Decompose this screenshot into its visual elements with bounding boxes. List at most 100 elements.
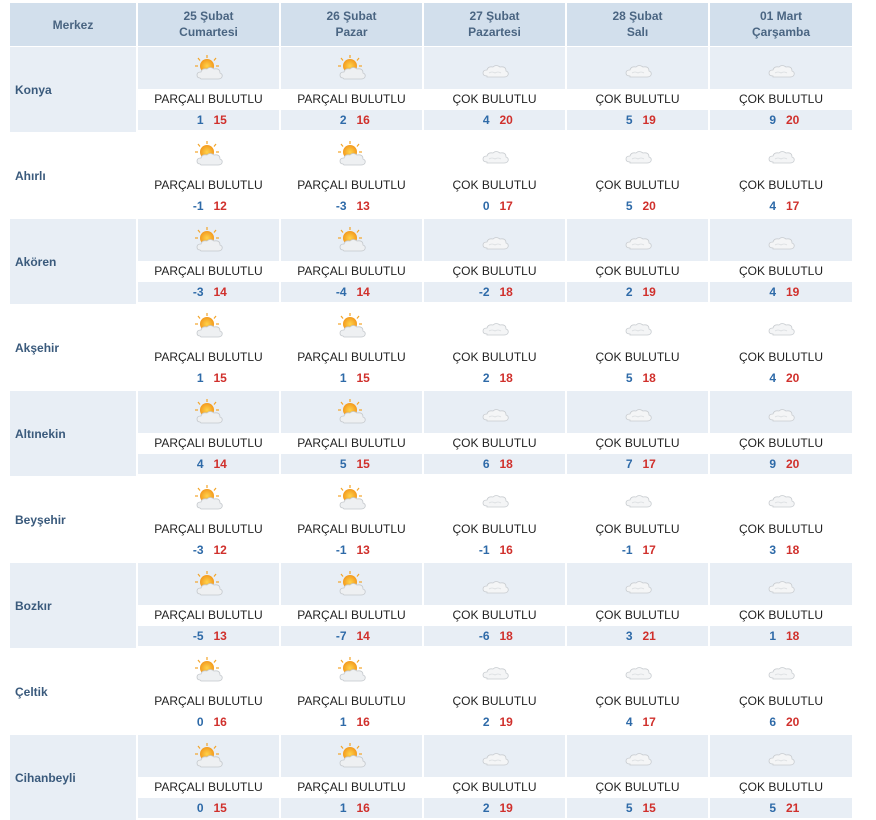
partly-cloudy-icon: [138, 391, 279, 433]
min-temperature: 7: [625, 457, 633, 471]
weather-description: ÇOK BULUTLU: [452, 522, 537, 536]
weather-description: ÇOK BULUTLU: [452, 780, 537, 794]
max-temperature: 19: [786, 285, 800, 299]
min-temperature: 6: [769, 715, 776, 729]
city-name: Cihanbeyli: [10, 735, 136, 820]
temperature-range: 1 16: [281, 798, 422, 818]
temperature-range: 1 15: [138, 110, 279, 130]
forecast-cell: ÇOK BULUTLU 2 19: [424, 735, 565, 820]
min-temperature: 5: [625, 801, 633, 815]
weather-description: PARÇALI BULUTLU: [154, 92, 263, 106]
min-temperature: -1: [478, 543, 490, 557]
day-weekday: Pazar: [335, 25, 368, 39]
weather-description: ÇOK BULUTLU: [452, 694, 537, 708]
forecast-cell: PARÇALI BULUTLU 2 16: [281, 47, 422, 132]
max-temperature: 14: [213, 457, 227, 471]
max-temperature: 20: [786, 715, 800, 729]
max-temperature: 16: [356, 715, 370, 729]
city-name: Konya: [10, 47, 136, 132]
max-temperature: 17: [499, 199, 513, 213]
max-temperature: 12: [213, 199, 227, 213]
temperature-range: -3 13: [281, 196, 422, 216]
forecast-cell: ÇOK BULUTLU 5 15: [567, 735, 708, 820]
table-row: Çeltik PARÇALI BULUTLU 0 16 PARÇALI BULUTLU 1…: [10, 649, 856, 734]
min-temperature: 4: [769, 285, 776, 299]
weather-description: ÇOK BULUTLU: [738, 92, 824, 106]
cloudy-icon: [567, 649, 708, 691]
max-temperature: 17: [786, 199, 800, 213]
day-header: 01 Mart Çarşamba: [710, 3, 852, 46]
day-date: 28 Şubat: [612, 9, 663, 23]
weather-description: PARÇALI BULUTLU: [297, 178, 406, 192]
temperature-range: 4 17: [567, 712, 708, 732]
cloudy-icon: [710, 477, 852, 519]
forecast-cell: ÇOK BULUTLU 4 20: [710, 305, 852, 390]
min-temperature: 2: [482, 801, 490, 815]
temperature-range: 4 20: [710, 368, 852, 388]
max-temperature: 15: [213, 113, 227, 127]
forecast-cell: ÇOK BULUTLU 9 20: [710, 47, 852, 132]
weather-description: ÇOK BULUTLU: [738, 608, 824, 622]
weather-description: PARÇALI BULUTLU: [154, 780, 263, 794]
partly-cloudy-icon: [138, 47, 279, 89]
max-temperature: 19: [499, 715, 513, 729]
min-temperature: 2: [482, 371, 490, 385]
partly-cloudy-icon: [281, 133, 422, 175]
max-temperature: 20: [642, 199, 656, 213]
forecast-cell: PARÇALI BULUTLU -1 12: [138, 133, 279, 218]
forecast-cell: ÇOK BULUTLU 7 17: [567, 391, 708, 476]
forecast-cell: PARÇALI BULUTLU -3 12: [138, 477, 279, 562]
cloudy-icon: [424, 649, 565, 691]
weather-description: PARÇALI BULUTLU: [154, 694, 263, 708]
forecast-cell: ÇOK BULUTLU 1 18: [710, 563, 852, 648]
temperature-range: 4 20: [424, 110, 565, 130]
max-temperature: 15: [356, 371, 370, 385]
table-row: Beyşehir PARÇALI BULUTLU -3 12 PARÇALI BULUT…: [10, 477, 856, 562]
min-temperature: 5: [769, 801, 776, 815]
table-row: Bozkır PARÇALI BULUTLU -5 13 PARÇALI BULUTLU…: [10, 563, 856, 648]
max-temperature: 14: [213, 285, 227, 299]
temperature-range: 0 16: [138, 712, 279, 732]
max-temperature: 18: [786, 543, 800, 557]
temperature-range: -6 18: [424, 626, 565, 646]
forecast-cell: PARÇALI BULUTLU 1 16: [281, 649, 422, 734]
min-temperature: -1: [621, 543, 633, 557]
temperature-range: 1 15: [281, 368, 422, 388]
weather-description: ÇOK BULUTLU: [595, 780, 680, 794]
weather-description: ÇOK BULUTLU: [452, 264, 537, 278]
min-temperature: 5: [625, 371, 633, 385]
max-temperature: 16: [356, 113, 370, 127]
forecast-cell: PARÇALI BULUTLU -1 13: [281, 477, 422, 562]
table-row: Akören PARÇALI BULUTLU -3 14 PARÇALI BULUTLU…: [10, 219, 856, 304]
table-row: Akşehir PARÇALI BULUTLU 1 15 PARÇALI BULUTLU…: [10, 305, 856, 390]
cloudy-icon: [567, 563, 708, 605]
weather-description: ÇOK BULUTLU: [595, 694, 680, 708]
cloudy-icon: [710, 735, 852, 777]
temperature-range: 5 21: [710, 798, 852, 818]
cloudy-icon: [424, 305, 565, 347]
temperature-range: -1 13: [281, 540, 422, 560]
cloudy-icon: [567, 133, 708, 175]
min-temperature: 9: [769, 113, 776, 127]
min-temperature: 1: [339, 801, 347, 815]
forecast-cell: ÇOK BULUTLU 2 19: [567, 219, 708, 304]
day-weekday: Pazartesi: [468, 25, 521, 39]
temperature-range: 5 18: [567, 368, 708, 388]
forecast-cell: ÇOK BULUTLU 4 17: [710, 133, 852, 218]
weather-description: PARÇALI BULUTLU: [297, 264, 406, 278]
weather-description: ÇOK BULUTLU: [595, 264, 680, 278]
cloudy-icon: [710, 47, 852, 89]
city-column-header: Merkez: [10, 3, 136, 46]
max-temperature: 13: [213, 629, 227, 643]
forecast-cell: ÇOK BULUTLU 2 19: [424, 649, 565, 734]
weather-description: ÇOK BULUTLU: [738, 522, 824, 536]
max-temperature: 16: [213, 715, 227, 729]
weather-description: ÇOK BULUTLU: [738, 436, 824, 450]
temperature-range: 5 15: [281, 454, 422, 474]
temperature-range: -1 17: [567, 540, 708, 560]
min-temperature: 3: [769, 543, 776, 557]
min-temperature: 4: [482, 113, 490, 127]
max-temperature: 20: [786, 371, 800, 385]
min-temperature: 1: [196, 371, 204, 385]
day-weekday: Çarşamba: [751, 25, 811, 39]
